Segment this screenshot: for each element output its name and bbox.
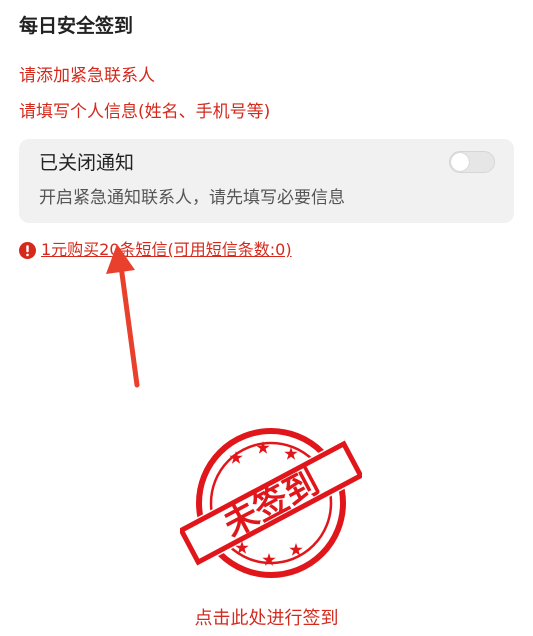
alert-icon bbox=[19, 241, 36, 259]
notification-toggle[interactable] bbox=[449, 151, 495, 173]
not-checked-in-stamp[interactable]: 未签到 bbox=[180, 426, 362, 580]
check-in-button[interactable]: 点击此处进行签到 bbox=[0, 606, 533, 632]
buy-sms-link[interactable]: 1元购买20条短信(可用短信条数:0) bbox=[41, 238, 292, 262]
sms-purchase-row: 1元购买20条短信(可用短信条数:0) bbox=[19, 238, 292, 262]
page-title: 每日安全签到 bbox=[19, 15, 134, 37]
notification-status-title: 已关闭通知 bbox=[39, 152, 135, 174]
fill-personal-info-link[interactable]: 请填写个人信息(姓名、手机号等) bbox=[19, 100, 270, 124]
notification-card: 已关闭通知 开启紧急通知联系人，请先填写必要信息 bbox=[19, 139, 514, 223]
notification-description: 开启紧急通知联系人，请先填写必要信息 bbox=[39, 188, 345, 208]
stamp-text: 未签到 bbox=[217, 462, 326, 545]
toggle-knob bbox=[451, 153, 469, 171]
add-emergency-contact-link[interactable]: 请添加紧急联系人 bbox=[19, 64, 155, 88]
